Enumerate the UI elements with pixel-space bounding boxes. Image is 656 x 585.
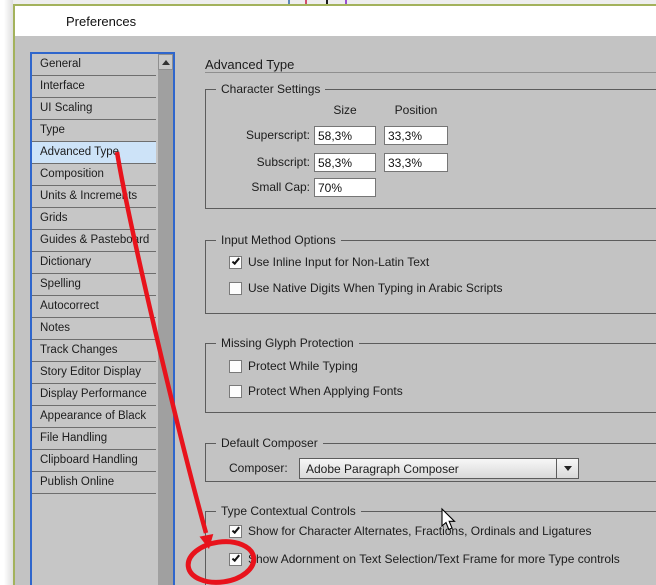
dropdown-arrow-button bbox=[556, 459, 578, 478]
sidebar-item-label: Story Editor Display bbox=[40, 366, 141, 378]
superscript-position-field[interactable] bbox=[384, 126, 448, 145]
subscript-position-field[interactable] bbox=[384, 153, 448, 172]
sidebar-item-label: Units & Increments bbox=[40, 190, 138, 202]
sidebar-item-label: Interface bbox=[40, 80, 85, 92]
sidebar-scrollbar[interactable] bbox=[158, 54, 173, 585]
sidebar-item-label: Notes bbox=[40, 322, 71, 334]
option-show-for-character-alternates[interactable]: Show for Character Alternates, Fractions… bbox=[229, 524, 592, 538]
sidebar-item-label: Display Performance bbox=[40, 388, 147, 400]
group-input-method-options: Input Method Options Use Inline Input fo… bbox=[205, 233, 656, 314]
sidebar-item-ui-scaling[interactable]: UI Scaling bbox=[32, 98, 156, 120]
background-left-strip bbox=[0, 0, 13, 585]
superscript-label: Superscript: bbox=[245, 128, 310, 142]
sidebar-item-notes[interactable]: Notes bbox=[32, 318, 156, 340]
sidebar-item-label: Clipboard Handling bbox=[40, 454, 138, 466]
sidebar-item-label: Composition bbox=[40, 168, 104, 180]
sidebar-item-units-increments[interactable]: Units & Increments bbox=[32, 186, 156, 208]
checkbox-label: Protect While Typing bbox=[248, 359, 358, 373]
group-missing-glyph-protection: Missing Glyph Protection Protect While T… bbox=[205, 336, 656, 413]
sidebar-item-composition[interactable]: Composition bbox=[32, 164, 156, 186]
sidebar-item-grids[interactable]: Grids bbox=[32, 208, 156, 230]
checkbox-label: Use Native Digits When Typing in Arabic … bbox=[248, 281, 503, 295]
checkbox-show-adornment[interactable] bbox=[229, 552, 242, 566]
checkmark-icon bbox=[231, 256, 240, 265]
option-use-native-digits[interactable]: Use Native Digits When Typing in Arabic … bbox=[229, 281, 503, 295]
checkbox-use-inline-input[interactable] bbox=[229, 255, 242, 269]
checkbox-label: Show Adornment on Text Selection/Text Fr… bbox=[248, 552, 620, 566]
sidebar-item-guides-pasteboard[interactable]: Guides & Pasteboard bbox=[32, 230, 156, 252]
sidebar-item-file-handling[interactable]: File Handling bbox=[32, 428, 156, 450]
window-title: Preferences bbox=[66, 14, 137, 29]
group-legend: Character Settings bbox=[216, 82, 326, 96]
composer-dropdown[interactable]: Adobe Paragraph Composer bbox=[299, 458, 579, 479]
option-protect-while-typing[interactable]: Protect While Typing bbox=[229, 359, 358, 373]
checkbox-use-native-digits[interactable] bbox=[229, 281, 242, 295]
group-legend: Default Composer bbox=[216, 436, 323, 450]
sidebar-item-interface[interactable]: Interface bbox=[32, 76, 156, 98]
sidebar-item-display-performance[interactable]: Display Performance bbox=[32, 384, 156, 406]
checkbox-label: Use Inline Input for Non-Latin Text bbox=[248, 255, 430, 269]
preferences-dialog: Preferences General Interface UI Scaling… bbox=[15, 6, 656, 585]
superscript-size-field[interactable] bbox=[314, 126, 376, 145]
sidebar-item-track-changes[interactable]: Track Changes bbox=[32, 340, 156, 362]
sidebar-item-label: Autocorrect bbox=[40, 300, 99, 312]
checkbox-label: Protect When Applying Fonts bbox=[248, 384, 403, 398]
category-list: General Interface UI Scaling Type Advanc… bbox=[30, 52, 175, 585]
sidebar-item-label: Spelling bbox=[40, 278, 81, 290]
sidebar-item-label: Advanced Type bbox=[40, 146, 120, 158]
checkmark-icon bbox=[231, 525, 240, 534]
option-use-inline-input[interactable]: Use Inline Input for Non-Latin Text bbox=[229, 255, 429, 269]
sidebar-item-label: Guides & Pasteboard bbox=[40, 234, 150, 246]
subscript-size-field[interactable] bbox=[314, 153, 376, 172]
group-legend: Type Contextual Controls bbox=[216, 504, 361, 518]
checkbox-protect-when-applying-fonts[interactable] bbox=[229, 384, 242, 398]
checkbox-show-for-character-alternates[interactable] bbox=[229, 524, 242, 538]
sidebar-item-label: Track Changes bbox=[40, 344, 118, 356]
sidebar-item-label: Type bbox=[40, 124, 65, 136]
sidebar-item-label: File Handling bbox=[40, 432, 108, 444]
sidebar-item-appearance-of-black[interactable]: Appearance of Black bbox=[32, 406, 156, 428]
small-cap-size-field[interactable] bbox=[314, 178, 376, 197]
sidebar-item-clipboard-handling[interactable]: Clipboard Handling bbox=[32, 450, 156, 472]
composer-dropdown-value: Adobe Paragraph Composer bbox=[306, 461, 459, 476]
sidebar-item-label: General bbox=[40, 58, 81, 70]
sidebar-item-dictionary[interactable]: Dictionary bbox=[32, 252, 156, 274]
sidebar-item-label: Grids bbox=[40, 212, 68, 224]
sidebar-item-label: UI Scaling bbox=[40, 102, 93, 114]
scroll-up-button[interactable] bbox=[158, 54, 173, 70]
arrow-up-icon bbox=[161, 59, 170, 65]
screenshot-stage: Preferences General Interface UI Scaling… bbox=[0, 0, 656, 585]
column-header-position: Position bbox=[394, 103, 438, 117]
group-type-contextual-controls: Type Contextual Controls Show for Charac… bbox=[205, 504, 656, 585]
sidebar-item-spelling[interactable]: Spelling bbox=[32, 274, 156, 296]
heading-separator bbox=[205, 72, 656, 73]
sidebar-item-type[interactable]: Type bbox=[32, 120, 156, 142]
sidebar-item-label: Dictionary bbox=[40, 256, 92, 268]
checkbox-label: Show for Character Alternates, Fractions… bbox=[248, 524, 592, 538]
sidebar-item-general[interactable]: General bbox=[32, 54, 156, 76]
group-character-settings: Character Settings Size Position Supersc… bbox=[205, 82, 656, 209]
checkmark-icon bbox=[231, 553, 240, 562]
sidebar-item-advanced-type[interactable]: Advanced Type bbox=[32, 142, 156, 164]
subscript-label: Subscript: bbox=[256, 155, 310, 169]
sidebar-item-label: Publish Online bbox=[40, 476, 115, 488]
chevron-down-icon bbox=[563, 466, 572, 471]
title-bar: Preferences bbox=[15, 6, 656, 36]
page-title: Advanced Type bbox=[205, 57, 295, 72]
option-show-adornment[interactable]: Show Adornment on Text Selection/Text Fr… bbox=[229, 552, 620, 566]
sidebar-item-label: Appearance of Black bbox=[40, 410, 147, 422]
option-protect-when-applying-fonts[interactable]: Protect When Applying Fonts bbox=[229, 384, 403, 398]
sidebar-item-story-editor-display[interactable]: Story Editor Display bbox=[32, 362, 156, 384]
group-legend: Missing Glyph Protection bbox=[216, 336, 359, 350]
sidebar-item-autocorrect[interactable]: Autocorrect bbox=[32, 296, 156, 318]
sidebar-item-publish-online[interactable]: Publish Online bbox=[32, 472, 156, 494]
composer-label: Composer: bbox=[229, 461, 288, 475]
group-legend: Input Method Options bbox=[216, 233, 341, 247]
small-cap-label: Small Cap: bbox=[251, 180, 310, 194]
checkbox-protect-while-typing[interactable] bbox=[229, 359, 242, 373]
column-header-size: Size bbox=[333, 103, 357, 117]
group-default-composer: Default Composer Composer: Adobe Paragra… bbox=[205, 436, 656, 482]
